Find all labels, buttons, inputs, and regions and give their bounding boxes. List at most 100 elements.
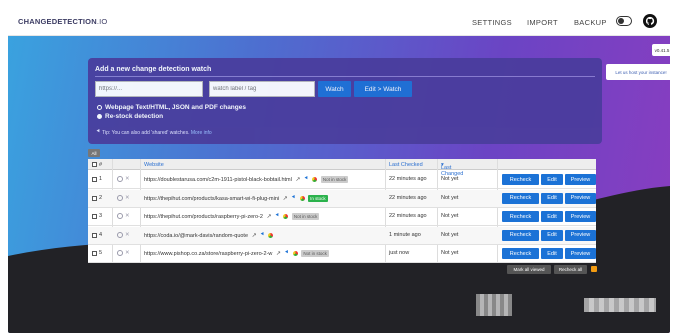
row-checkbox[interactable] [92, 251, 97, 256]
chrome-fetcher-icon [283, 214, 289, 219]
last-changed: Not yet [441, 194, 459, 201]
watch-url-link[interactable]: https://doublestarusa.com/c2m-1911-pisto… [144, 177, 292, 183]
watch-url: https://coda.io/@mark-davis/random-quote… [144, 232, 274, 239]
redacted-region [476, 294, 512, 316]
nav-import[interactable]: IMPORT [527, 18, 558, 27]
url-input[interactable] [95, 81, 203, 97]
rss-icon[interactable] [591, 266, 597, 272]
row-number: 1 [99, 176, 103, 182]
external-link-icon[interactable]: ↗ [276, 251, 281, 257]
edit-watch-button[interactable]: Edit > Watch [354, 81, 412, 97]
table-row: 4 ✕ https://coda.io/@mark-davis/random-q… [88, 226, 596, 245]
last-changed: Not yet [441, 176, 459, 182]
row-checkbox[interactable] [92, 195, 97, 201]
more-info-link[interactable]: More info [191, 130, 212, 136]
recheck-button[interactable]: Recheck [502, 192, 539, 204]
radio-selected-icon [97, 114, 102, 119]
github-icon[interactable] [643, 14, 657, 28]
recheck-button[interactable]: Recheck [502, 211, 539, 222]
preview-button[interactable]: Preview [565, 211, 596, 222]
external-link-icon[interactable]: ↗ [283, 196, 288, 202]
external-link-icon[interactable]: ↗ [266, 214, 271, 220]
pause-icon[interactable] [117, 176, 123, 182]
host-instance-link[interactable]: Let us host your instance! [606, 64, 670, 80]
watch-url: https://thepihut.com/products/kasa-smart… [144, 194, 328, 202]
watch-url-link[interactable]: https://thepihut.com/products/kasa-smart… [144, 195, 279, 201]
pause-icon[interactable] [117, 194, 123, 201]
row-checkbox[interactable] [92, 232, 97, 238]
col-last-checked[interactable]: Last Checked [389, 162, 423, 168]
edit-button[interactable]: Edit [541, 229, 563, 241]
stock-badge: Not in stock [291, 213, 320, 220]
recheck-all-button[interactable]: Recheck all [554, 265, 587, 274]
share-icon: ⯇ [96, 129, 101, 135]
last-checked: 1 minute ago [389, 231, 421, 238]
preview-button[interactable]: Preview [565, 248, 596, 259]
share-icon[interactable]: ⯇ [260, 232, 265, 238]
external-link-icon[interactable]: ↗ [252, 233, 257, 239]
shared-watch-tip: ⯇ Tip: You can also add 'shared' watches… [96, 129, 212, 136]
last-checked: 22 minutes ago [389, 213, 427, 219]
chrome-fetcher-icon [292, 251, 298, 256]
preview-button[interactable]: Preview [565, 192, 596, 204]
recheck-button[interactable]: Recheck [502, 174, 539, 185]
edit-button[interactable]: Edit [541, 174, 563, 185]
mark-all-viewed-button[interactable]: Mark all viewed [507, 265, 551, 274]
recheck-button[interactable]: Recheck [502, 229, 539, 241]
preview-button[interactable]: Preview [565, 174, 596, 185]
table-header: # Website Last Checked Last Changed ▾ [88, 159, 596, 177]
radio-html-changes[interactable]: Webpage Text/HTML, JSON and PDF changes [97, 104, 246, 111]
share-icon[interactable]: ⯇ [304, 176, 309, 182]
pause-icon[interactable] [117, 250, 123, 256]
preview-button[interactable]: Preview [565, 229, 596, 241]
watch-url: https://www.pishop.co.za/store/raspberry… [144, 250, 329, 257]
chrome-fetcher-icon [299, 195, 305, 201]
site-logo[interactable]: CHANGEDETECTION.IO [18, 17, 107, 26]
col-website[interactable]: Website [144, 162, 164, 168]
share-icon[interactable]: ⯇ [275, 213, 280, 219]
col-last-changed[interactable]: Last Changed ▾ [441, 162, 463, 177]
mute-icon[interactable]: ✕ [125, 232, 130, 238]
watch-url: https://doublestarusa.com/c2m-1911-pisto… [144, 176, 349, 183]
mute-icon[interactable]: ✕ [125, 195, 130, 201]
watch-url-link[interactable]: https://www.pishop.co.za/store/raspberry… [144, 251, 272, 257]
last-changed: Not yet [441, 213, 459, 219]
last-changed: Not yet [441, 231, 459, 238]
table-row: 2 ✕ https://thepihut.com/products/kasa-s… [88, 189, 596, 208]
watch-button[interactable]: Watch [318, 81, 351, 97]
edit-button[interactable]: Edit [541, 248, 563, 259]
watch-url-link[interactable]: https://coda.io/@mark-davis/random-quote [144, 232, 248, 238]
nav-settings[interactable]: SETTINGS [472, 18, 512, 27]
mute-icon[interactable]: ✕ [125, 176, 130, 182]
radio-restock[interactable]: Re-stock detection [97, 113, 163, 120]
row-checkbox[interactable] [92, 177, 97, 182]
tag-filter-all[interactable]: All [88, 149, 100, 157]
stock-badge: Not in stock [301, 250, 329, 257]
dark-mode-toggle[interactable] [616, 16, 632, 26]
tag-input[interactable] [209, 81, 315, 97]
last-checked: 22 minutes ago [389, 194, 427, 201]
row-checkbox[interactable] [92, 214, 97, 219]
last-changed: Not yet [441, 250, 459, 256]
mute-icon[interactable]: ✕ [125, 250, 130, 256]
recheck-button[interactable]: Recheck [502, 248, 539, 259]
last-checked: just now [389, 250, 410, 256]
nav-backup[interactable]: BACKUP [574, 18, 607, 27]
stock-badge: In stock [308, 194, 328, 202]
table-row: 5 ✕ https://www.pishop.co.za/store/raspb… [88, 245, 596, 263]
external-link-icon[interactable]: ↗ [295, 177, 300, 183]
pause-icon[interactable] [117, 231, 123, 238]
stock-badge: Not in stock [320, 176, 349, 183]
mute-icon[interactable]: ✕ [125, 213, 130, 219]
select-all-checkbox[interactable] [92, 162, 97, 167]
redacted-region [584, 298, 656, 312]
edit-button[interactable]: Edit [541, 192, 563, 204]
share-icon[interactable]: ⯇ [291, 195, 296, 201]
watch-url-link[interactable]: https://thepihut.com/products/raspberry-… [144, 214, 263, 220]
row-number: 4 [99, 231, 103, 238]
pause-icon[interactable] [117, 213, 123, 219]
last-checked: 22 minutes ago [389, 176, 427, 182]
edit-button[interactable]: Edit [541, 211, 563, 222]
divider [95, 76, 595, 77]
share-icon[interactable]: ⯇ [284, 250, 289, 256]
